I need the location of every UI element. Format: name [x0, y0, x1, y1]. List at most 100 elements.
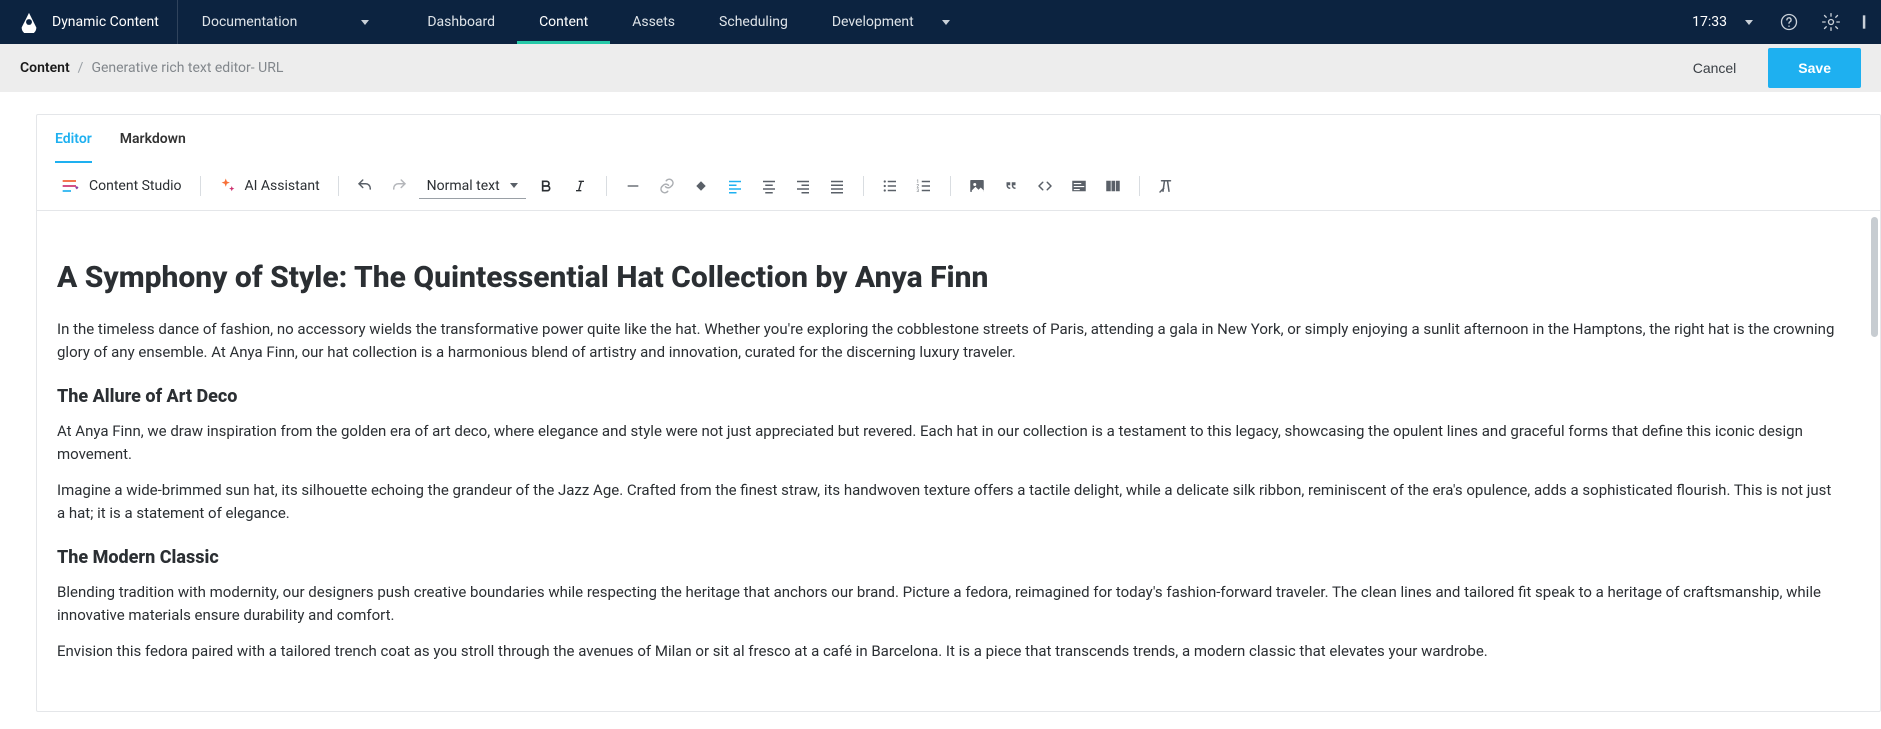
document-scroll[interactable]: A Symphony of Style: The Quintessential … [37, 211, 1880, 711]
doc-heading-1[interactable]: A Symphony of Style: The Quintessential … [57, 255, 1840, 300]
bold-button[interactable] [532, 172, 560, 200]
doc-paragraph[interactable]: Envision this fedora paired with a tailo… [57, 640, 1840, 663]
align-justify-icon [828, 177, 846, 195]
breadcrumb-leaf: Generative rich text editor- URL [91, 60, 283, 76]
bullet-list-icon [881, 177, 899, 195]
tab-editor[interactable]: Editor [55, 131, 92, 163]
nav-tab-dashboard[interactable]: Dashboard [405, 0, 517, 44]
breadcrumb-bar: Content / Generative rich text editor- U… [0, 44, 1881, 92]
codeblock-icon [1070, 177, 1088, 195]
gear-icon [1821, 12, 1841, 32]
settings-button[interactable] [1819, 10, 1843, 34]
nav-tab-assets[interactable]: Assets [610, 0, 697, 44]
documentation-menu[interactable]: Documentation [178, 0, 394, 44]
primary-nav-tabs: Dashboard Content Assets Scheduling Deve… [405, 0, 971, 44]
undo-button[interactable] [351, 172, 379, 200]
nav-tab-content[interactable]: Content [517, 0, 610, 44]
ai-assistant-button[interactable]: AI Assistant [213, 172, 326, 200]
nav-tab-scheduling[interactable]: Scheduling [697, 0, 810, 44]
codeblock-button[interactable] [1065, 172, 1093, 200]
overflow-button[interactable] [1861, 10, 1873, 34]
toolbar-divider [200, 176, 201, 196]
nav-right-cluster: 17:33 [1692, 10, 1881, 34]
content-studio-icon [61, 176, 81, 196]
nav-tab-label: Dashboard [427, 14, 495, 30]
code-button[interactable] [1031, 172, 1059, 200]
doc-paragraph[interactable]: At Anya Finn, we draw inspiration from t… [57, 420, 1840, 465]
toolbar-divider [1139, 176, 1140, 196]
nav-tab-label: Development [832, 14, 914, 30]
toolbar-divider [338, 176, 339, 196]
cancel-button[interactable]: Cancel [1679, 50, 1751, 86]
scrollbar-thumb[interactable] [1871, 217, 1878, 337]
link-button[interactable] [653, 172, 681, 200]
numbered-list-icon: 123 [915, 177, 933, 195]
doc-heading-2[interactable]: The Allure of Art Deco [57, 383, 1840, 410]
table-button[interactable] [1099, 172, 1127, 200]
toolbar-divider [606, 176, 607, 196]
numbered-list-button[interactable]: 123 [910, 172, 938, 200]
content-studio-label: Content Studio [89, 178, 182, 194]
horizontal-rule-icon [625, 178, 641, 194]
align-left-button[interactable] [721, 172, 749, 200]
help-icon [1779, 12, 1799, 32]
code-icon [1036, 177, 1054, 195]
doc-paragraph[interactable]: In the timeless dance of fashion, no acc… [57, 318, 1840, 363]
rich-text-document[interactable]: A Symphony of Style: The Quintessential … [37, 211, 1880, 697]
ai-assistant-label: AI Assistant [245, 178, 320, 194]
editor-card: Editor Markdown Content Studio AI [36, 114, 1881, 712]
align-justify-button[interactable] [823, 172, 851, 200]
italic-icon [572, 178, 588, 194]
toolbar-divider [950, 176, 951, 196]
sparkle-icon [219, 177, 237, 195]
time-picker[interactable]: 17:33 [1692, 14, 1759, 30]
bullet-list-button[interactable] [876, 172, 904, 200]
align-right-icon [794, 177, 812, 195]
documentation-label: Documentation [202, 14, 298, 30]
editor-mode-tabs: Editor Markdown [37, 115, 1880, 164]
clear-format-button[interactable] [1152, 172, 1180, 200]
breadcrumb-separator: / [78, 60, 84, 76]
brand-label: Dynamic Content [52, 14, 159, 30]
image-icon [968, 177, 986, 195]
doc-heading-2[interactable]: The Modern Classic [57, 544, 1840, 571]
brand-logo-icon [18, 11, 40, 33]
chevron-down-icon [942, 20, 950, 25]
brand-area[interactable]: Dynamic Content [0, 0, 178, 44]
chevron-down-icon [510, 183, 518, 188]
save-button[interactable]: Save [1768, 48, 1861, 88]
svg-text:3: 3 [916, 188, 919, 194]
top-nav: Dynamic Content Documentation Dashboard … [0, 0, 1881, 44]
align-right-button[interactable] [789, 172, 817, 200]
tab-markdown[interactable]: Markdown [120, 131, 186, 163]
toolbar-divider [863, 176, 864, 196]
image-button[interactable] [963, 172, 991, 200]
align-center-icon [760, 177, 778, 195]
anchor-button[interactable] [687, 172, 715, 200]
nav-tab-development[interactable]: Development [810, 0, 972, 44]
blockquote-button[interactable] [997, 172, 1025, 200]
diamond-icon [693, 178, 709, 194]
bold-icon [538, 178, 554, 194]
doc-paragraph[interactable]: Blending tradition with modernity, our d… [57, 581, 1840, 626]
time-label: 17:33 [1692, 14, 1727, 30]
text-style-label: Normal text [427, 178, 500, 194]
undo-icon [356, 177, 374, 195]
clear-format-icon [1157, 177, 1175, 195]
align-center-button[interactable] [755, 172, 783, 200]
align-left-icon [726, 177, 744, 195]
table-icon [1104, 177, 1122, 195]
chevron-right-icon [1862, 12, 1872, 32]
redo-icon [390, 177, 408, 195]
text-style-picker[interactable]: Normal text [419, 174, 526, 199]
breadcrumb-root[interactable]: Content [20, 60, 70, 76]
link-icon [658, 177, 676, 195]
redo-button[interactable] [385, 172, 413, 200]
italic-button[interactable] [566, 172, 594, 200]
editor-toolbar: Content Studio AI Assistant Normal text [37, 164, 1880, 211]
content-studio-button[interactable]: Content Studio [55, 172, 188, 200]
help-button[interactable] [1777, 10, 1801, 34]
nav-tab-label: Scheduling [719, 14, 788, 30]
horizontal-rule-button[interactable] [619, 172, 647, 200]
doc-paragraph[interactable]: Imagine a wide-brimmed sun hat, its silh… [57, 479, 1840, 524]
